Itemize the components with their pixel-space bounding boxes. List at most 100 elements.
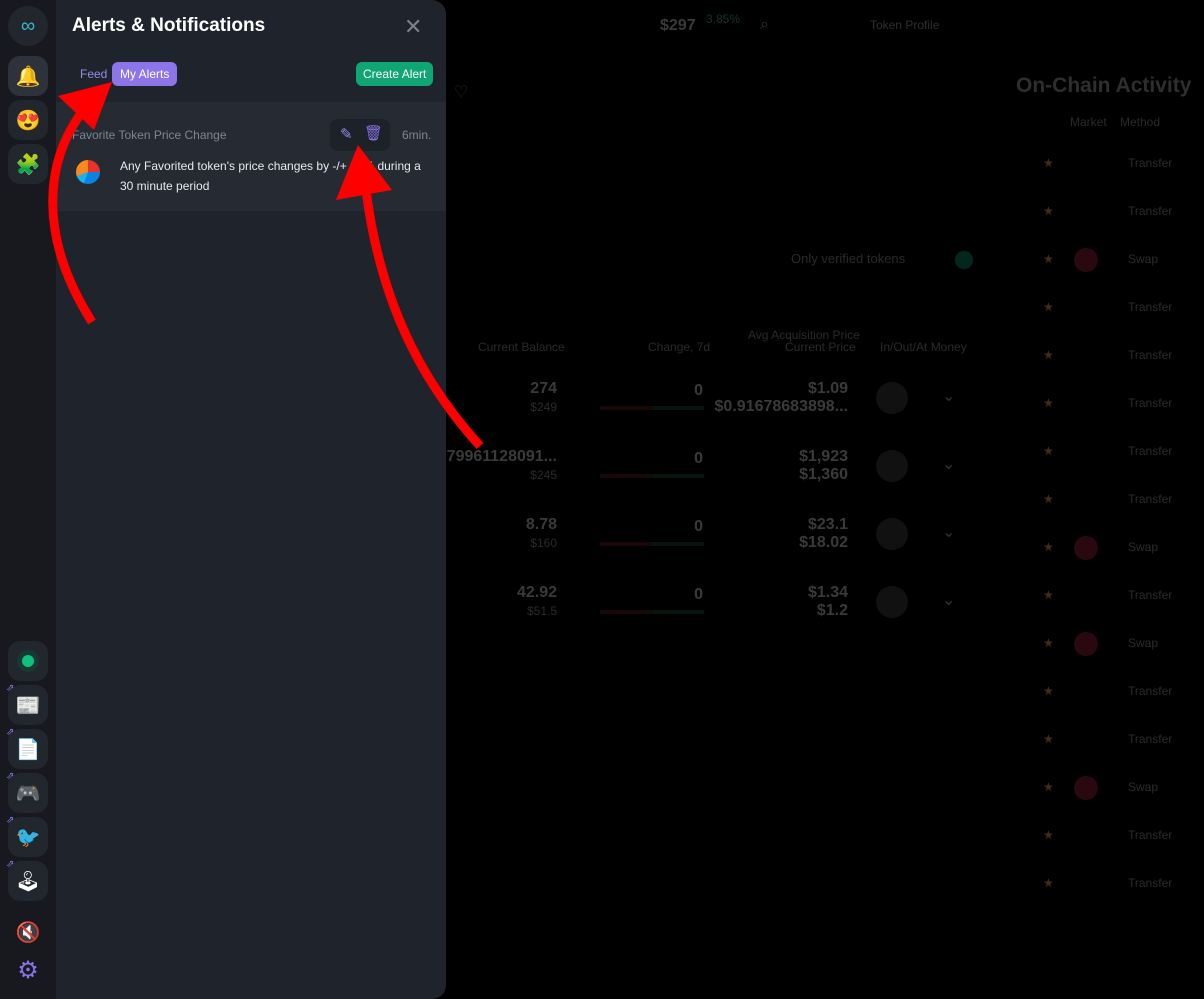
holding-change: 0 (694, 586, 703, 603)
holding-current-price: $0.91678683898... (714, 398, 848, 415)
holding-usd: $249 (530, 400, 557, 414)
activity-method: Transfer (1128, 348, 1173, 362)
money-indicator (876, 586, 908, 618)
activity-row[interactable]: ★ Transfer (1040, 156, 1200, 176)
holding-change: 0 (694, 382, 703, 399)
activity-row[interactable]: ★ Transfer (1040, 876, 1200, 896)
activity-row[interactable]: ★ Swap (1040, 776, 1200, 800)
news-icon[interactable]: ⇗ 📰 (6, 683, 48, 725)
app-logo-icon[interactable]: ∞ (8, 6, 48, 46)
alert-actions: ✎ 🗑 (330, 119, 390, 151)
holding-current-price: $1.2 (816, 602, 848, 619)
close-icon[interactable]: ✕ (404, 14, 422, 40)
price: $297 (660, 17, 696, 34)
star-icon[interactable]: ★ (1043, 252, 1054, 266)
holding-row[interactable]: 42.92 $51.5 0 $1.34 $1.2 ⌄ (440, 584, 976, 634)
puzzle-icon[interactable]: 🧩 (8, 144, 48, 184)
star-icon[interactable]: ★ (1043, 684, 1054, 698)
star-icon[interactable]: ★ (1043, 492, 1054, 506)
holding-balance: 274 (530, 380, 557, 397)
tab-my-alerts[interactable]: My Alerts (112, 62, 178, 86)
heart-eyes-icon[interactable]: 😍 (8, 100, 48, 140)
activity-row[interactable]: ★ Transfer (1040, 492, 1200, 512)
activity-method: Transfer (1128, 444, 1173, 458)
twitter-icon[interactable]: ⇗ 🐦 (6, 815, 48, 857)
star-icon[interactable]: ★ (1043, 828, 1054, 842)
star-icon[interactable]: ★ (1043, 540, 1054, 554)
star-icon[interactable]: ★ (1043, 348, 1054, 362)
activity-row[interactable]: ★ Transfer (1040, 444, 1200, 464)
header-money: In/Out/At Money (880, 340, 967, 354)
activity-method: Transfer (1128, 732, 1173, 746)
activity-method: Transfer (1128, 156, 1173, 170)
star-icon[interactable]: ★ (1043, 156, 1054, 170)
money-indicator (876, 382, 908, 414)
chevron-down-icon[interactable]: ⌄ (942, 386, 955, 406)
star-icon[interactable]: ★ (1043, 204, 1054, 218)
money-indicator (876, 450, 908, 482)
activity-row[interactable]: ★ Transfer (1040, 300, 1200, 320)
star-icon[interactable]: ★ (1043, 780, 1054, 794)
activity-method: Swap (1128, 540, 1159, 554)
holding-avg-price: $23.1 (807, 516, 848, 533)
search-icon[interactable]: ⌕ (760, 16, 769, 34)
activity-row[interactable]: ★ Transfer (1040, 204, 1200, 224)
token-profile-button[interactable]: Token Profile (870, 18, 939, 32)
discord-icon[interactable]: ⇗ 🎮 (6, 771, 48, 813)
method-header: Method (1120, 115, 1161, 129)
activity-row[interactable]: ★ Transfer (1040, 828, 1200, 848)
status-dot-icon[interactable] (8, 641, 48, 681)
activity-row[interactable]: ★ Swap (1040, 248, 1200, 272)
activity-row[interactable]: ★ Transfer (1040, 684, 1200, 704)
panel-title: Alerts & Notifications (72, 15, 266, 36)
heart-icon[interactable]: ♡ (454, 82, 468, 102)
star-icon[interactable]: ★ (1043, 876, 1054, 890)
sidebar-rail: ∞ 🔔 😍 🧩 ⇗ 📰 ⇗ 📄 ⇗ 🎮 ⇗ 🐦 ⇗ 🕹 🔇 ⚙ (0, 0, 56, 999)
activity-method: Transfer (1128, 396, 1173, 410)
activity-row[interactable]: ★ Swap (1040, 536, 1200, 560)
edit-pencil-icon[interactable]: ✎ (340, 125, 353, 143)
chevron-down-icon[interactable]: ⌄ (942, 590, 955, 610)
settings-gear-icon[interactable]: ⚙ (8, 950, 48, 990)
activity-row[interactable]: ★ Swap (1040, 632, 1200, 656)
activity-row[interactable]: ★ Transfer (1040, 396, 1200, 416)
holding-change: 0 (694, 518, 703, 535)
verified-toggle[interactable] (955, 251, 973, 269)
holding-row[interactable]: 274 $249 0 $1.09 $0.91678683898... ⌄ (440, 380, 976, 430)
alert-card: Favorite Token Price Change ✎ 🗑 6min. An… (56, 102, 446, 211)
chevron-down-icon[interactable]: ⌄ (942, 522, 955, 542)
star-icon[interactable]: ★ (1043, 588, 1054, 602)
trash-icon[interactable]: 🗑 (364, 124, 383, 142)
market-header: Market (1070, 115, 1107, 129)
star-icon[interactable]: ★ (1043, 444, 1054, 458)
money-indicator (876, 518, 908, 550)
activity-row[interactable]: ★ Transfer (1040, 732, 1200, 752)
activity-row[interactable]: ★ Transfer (1040, 348, 1200, 368)
activity-method: Swap (1128, 252, 1159, 266)
alerts-panel: Alerts & Notifications ✕ Feed My Alerts … (56, 0, 446, 999)
star-icon[interactable]: ★ (1043, 300, 1054, 314)
holding-row[interactable]: .79961128091... $245 0 $1,923 $1,360 ⌄ (440, 448, 976, 498)
tab-feed[interactable]: Feed (72, 62, 115, 86)
chevron-down-icon[interactable]: ⌄ (942, 454, 955, 474)
sound-off-icon[interactable]: 🔇 (8, 912, 48, 952)
change-bar (600, 474, 704, 478)
change-bar (600, 406, 704, 410)
star-icon[interactable]: ★ (1043, 732, 1054, 746)
alert-text: Any Favorited token's price changes by -… (120, 159, 351, 173)
token-logo-icon (76, 160, 100, 184)
joystick-icon[interactable]: ⇗ 🕹 (6, 859, 48, 901)
holding-avg-price: $1.09 (807, 380, 848, 397)
activity-method: Transfer (1128, 204, 1173, 218)
star-icon[interactable]: ★ (1043, 396, 1054, 410)
holding-avg-price: $1.34 (807, 584, 848, 601)
bell-icon[interactable]: 🔔 (8, 56, 48, 96)
docs-icon[interactable]: ⇗ 📄 (6, 727, 48, 769)
star-icon[interactable]: ★ (1043, 636, 1054, 650)
holding-row[interactable]: 8.78 $160 0 $23.1 $18.02 ⌄ (440, 516, 976, 566)
verified-toggle-label: Only verified tokens (791, 251, 906, 266)
create-alert-button[interactable]: Create Alert (356, 62, 434, 86)
activity-method: Transfer (1128, 300, 1173, 314)
activity-row[interactable]: ★ Transfer (1040, 588, 1200, 608)
activity-method: Swap (1128, 636, 1159, 650)
